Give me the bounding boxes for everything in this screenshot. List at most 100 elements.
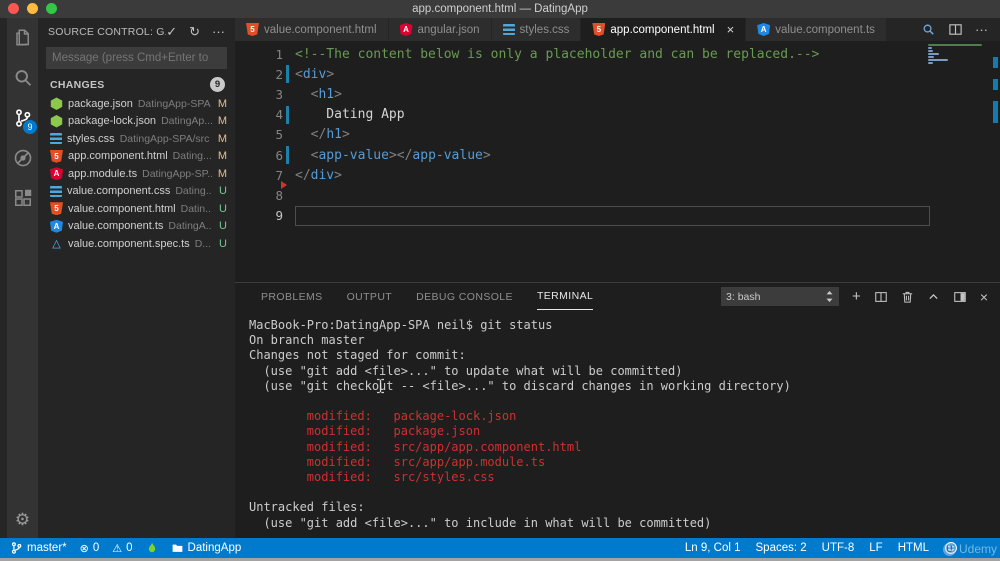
overview-ruler[interactable] bbox=[990, 41, 1000, 282]
terminal-line: Untracked files: bbox=[249, 500, 365, 515]
changed-file-row[interactable]: styles.css DatingApp-SPA/src M bbox=[38, 130, 235, 148]
code-editor[interactable]: 1 <!--The content below is only a placeho… bbox=[235, 41, 1000, 282]
file-name: value.component.ts bbox=[68, 220, 164, 233]
editor-tab[interactable]: Aangular.json bbox=[388, 18, 491, 41]
angular-blue-icon: A bbox=[757, 23, 771, 36]
changed-file-row[interactable]: value.component.css Dating... U bbox=[38, 183, 235, 201]
tab-actions: ··· bbox=[909, 18, 1000, 41]
line-number: 9 bbox=[275, 208, 283, 224]
git-status-badge: U bbox=[219, 185, 227, 198]
code-line: 6 < app-value ></app-value > bbox=[235, 145, 1000, 165]
refresh-icon[interactable]: ↻ bbox=[189, 25, 200, 38]
terminal-line: MacBook-Pro:DatingApp-SPA neil$ git stat… bbox=[249, 318, 553, 332]
open-preview-icon[interactable] bbox=[921, 22, 936, 37]
changed-file-row[interactable]: Aapp.module.ts DatingApp-SP... M bbox=[38, 165, 235, 183]
code-text: < h1 > bbox=[310, 86, 342, 102]
status-html[interactable]: HTML bbox=[898, 542, 929, 554]
panel-tab-debug-console[interactable]: DEBUG CONSOLE bbox=[416, 283, 513, 310]
changes-file-list: package.json DatingApp-SPA Mpackage-lock.j… bbox=[38, 95, 235, 253]
activity-item-debug[interactable] bbox=[7, 138, 38, 178]
more-editor-actions-icon[interactable]: ··· bbox=[975, 23, 988, 36]
status-master-[interactable]: master* bbox=[10, 541, 67, 555]
minimize-window-button[interactable] bbox=[27, 3, 38, 14]
settings-gear-icon[interactable]: ⚙ bbox=[15, 510, 30, 530]
panel-tab-output[interactable]: OUTPUT bbox=[347, 283, 393, 310]
code-line: 5 </h1 > bbox=[235, 125, 1000, 145]
more-actions-icon[interactable]: ··· bbox=[212, 25, 225, 38]
panel-tabs: PROBLEMS OUTPUT DEBUG CONSOLE TERMINAL bbox=[261, 283, 617, 310]
terminal-line: (use "git add <file>..." to update what … bbox=[249, 363, 683, 378]
activity-item-search[interactable] bbox=[7, 58, 38, 98]
git-status-badge: M bbox=[217, 132, 227, 145]
status-lf[interactable]: LF bbox=[869, 542, 882, 554]
close-panel-icon[interactable]: × bbox=[980, 290, 988, 304]
changed-file-row[interactable]: Avalue.component.ts DatingA... U bbox=[38, 218, 235, 236]
maximize-panel-chevron-icon[interactable] bbox=[927, 290, 940, 303]
changed-file-row[interactable]: package-lock.json DatingAp... M bbox=[38, 113, 235, 131]
editor-tab[interactable]: styles.css bbox=[491, 18, 581, 41]
changed-file-row[interactable]: △ value.component.spec.ts D... U bbox=[38, 235, 235, 253]
css-icon bbox=[50, 185, 62, 197]
status-0[interactable]: ⊗ 0 bbox=[80, 542, 100, 555]
minimap[interactable] bbox=[928, 44, 984, 71]
changes-header[interactable]: CHANGES 9 bbox=[38, 75, 235, 95]
editor-tab[interactable]: 5 value.component.html bbox=[235, 18, 388, 41]
scm-count-badge: 9 bbox=[23, 120, 37, 134]
line-number: 5 bbox=[275, 127, 283, 143]
status-datingapp[interactable]: DatingApp bbox=[171, 542, 241, 554]
status-utf-8[interactable]: UTF-8 bbox=[822, 542, 855, 554]
status-ln-9-col-1[interactable]: Ln 9, Col 1 bbox=[685, 542, 741, 554]
traffic-lights bbox=[8, 3, 57, 14]
changed-file-row[interactable]: 5 value.component.html Datin... U bbox=[38, 200, 235, 218]
activity-bar-items: 9 bbox=[7, 18, 38, 218]
warning-icon: ⚠ bbox=[112, 542, 123, 555]
line-number: 3 bbox=[275, 86, 283, 102]
extensions-icon bbox=[13, 188, 33, 208]
split-editor-icon[interactable] bbox=[948, 22, 963, 37]
panel-layout-icon[interactable] bbox=[953, 290, 967, 304]
commit-message-input[interactable] bbox=[46, 47, 227, 69]
line-number: 4 bbox=[275, 107, 283, 123]
editor-tab[interactable]: Avalue.component.ts bbox=[746, 18, 886, 41]
angular-red-icon: A bbox=[50, 167, 63, 181]
code-text: </div > bbox=[295, 167, 342, 183]
status-0[interactable]: ⚠ 0 bbox=[112, 542, 132, 555]
commit-check-icon[interactable]: ✓ bbox=[166, 25, 177, 38]
panel-tab-problems[interactable]: PROBLEMS bbox=[261, 283, 323, 310]
new-terminal-icon[interactable]: + bbox=[852, 289, 861, 304]
split-terminal-icon[interactable] bbox=[874, 290, 888, 304]
activity-item-explorer[interactable] bbox=[7, 18, 38, 58]
git-status-badge: M bbox=[217, 150, 227, 163]
select-updown-icon bbox=[825, 290, 834, 303]
file-path: DatingA... bbox=[168, 220, 212, 233]
status-spaces-2[interactable]: Spaces: 2 bbox=[756, 542, 807, 554]
zoom-window-button[interactable] bbox=[46, 3, 57, 14]
terminal-shell-select[interactable]: 3: bash bbox=[721, 287, 840, 306]
bottom-panel: PROBLEMS OUTPUT DEBUG CONSOLE TERMINAL 3: b… bbox=[235, 282, 1000, 538]
css-icon bbox=[50, 133, 62, 145]
node-icon bbox=[50, 115, 63, 128]
tab-label: styles.css bbox=[519, 23, 570, 36]
terminal-line: modified: src/app/app.component.html bbox=[249, 439, 582, 454]
code-line: 2 < div > bbox=[235, 64, 1000, 84]
ruler-change-mark bbox=[993, 79, 998, 90]
changed-file-row[interactable]: package.json DatingApp-SPA M bbox=[38, 95, 235, 113]
editor-tab[interactable]: 5 app.component.html × bbox=[581, 18, 746, 41]
activity-item-source-control[interactable]: 9 bbox=[7, 98, 38, 138]
code-text: < app-value ></app-value > bbox=[310, 147, 491, 163]
sidebar-title: SOURCE CONTROL: G.. bbox=[48, 25, 167, 38]
close-tab-icon[interactable]: × bbox=[727, 23, 735, 36]
changed-file-row[interactable]: 5 app.component.html Dating... M bbox=[38, 148, 235, 166]
file-name: value.component.spec.ts bbox=[68, 237, 190, 250]
angular-blue-icon: A bbox=[50, 219, 63, 233]
kill-terminal-trash-icon[interactable] bbox=[901, 290, 914, 304]
close-window-button[interactable] bbox=[8, 3, 19, 14]
file-path: DatingAp... bbox=[161, 115, 212, 128]
angular-red-icon: A bbox=[399, 23, 413, 36]
terminal-output[interactable]: MacBook-Pro:DatingApp-SPA neil$ git stat… bbox=[235, 310, 1000, 531]
activity-item-extensions[interactable] bbox=[7, 178, 38, 218]
status-flame[interactable] bbox=[146, 541, 158, 555]
panel-tab-terminal[interactable]: TERMINAL bbox=[536, 283, 594, 310]
